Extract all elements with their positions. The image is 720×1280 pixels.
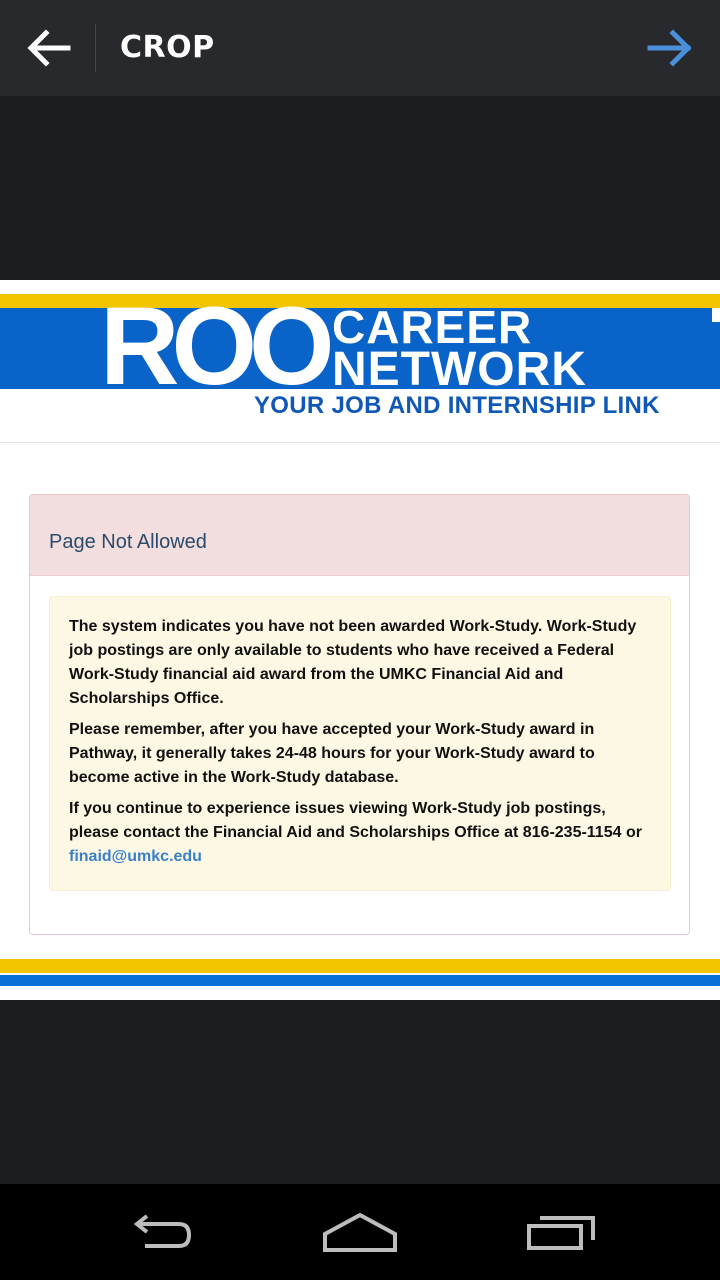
- alert-paragraph-2: Please remember, after you have accepted…: [69, 721, 595, 786]
- warning-alert: The system indicates you have not been a…: [49, 596, 671, 891]
- footer-blue-stripe: [0, 975, 720, 986]
- app-bar: CROP: [0, 0, 720, 96]
- next-button[interactable]: [624, 0, 720, 96]
- error-panel: Page Not Allowed The system indicates yo…: [29, 494, 690, 935]
- logo-roo-text: ROO: [100, 285, 335, 408]
- alert-paragraph-3: If you continue to experience issues vie…: [69, 797, 650, 869]
- nav-home-icon: [323, 1212, 397, 1252]
- error-panel-heading: Page Not Allowed: [30, 495, 689, 576]
- nav-recents-icon: [527, 1216, 595, 1250]
- nav-back-button[interactable]: [80, 1184, 240, 1280]
- back-button[interactable]: [0, 0, 96, 96]
- finaid-email-link[interactable]: finaid@umkc.edu: [69, 848, 202, 865]
- crop-image[interactable]: ROO CAREER NETWORK YOUR JOB AND INTERNSH…: [0, 280, 720, 1000]
- header-divider: [0, 442, 720, 443]
- arrow-right-icon: [647, 29, 692, 67]
- system-nav-bar: [0, 1184, 720, 1280]
- logo-network-text: NETWORK: [332, 343, 587, 396]
- app-bar-divider: [95, 24, 96, 72]
- nav-back-icon: [133, 1214, 192, 1248]
- crop-screen: CROP ROO CAREER NETWORK YOUR JOB AND INT…: [0, 0, 720, 1280]
- page-title: CROP: [120, 30, 215, 65]
- nav-recents-button[interactable]: [482, 1184, 642, 1280]
- footer-gold-stripe: [0, 959, 720, 973]
- alert-paragraph-3-text: If you continue to experience issues vie…: [69, 800, 642, 841]
- arrow-left-icon: [27, 29, 71, 67]
- nav-home-button[interactable]: [280, 1184, 440, 1280]
- alert-paragraph-1: The system indicates you have not been a…: [69, 618, 637, 707]
- error-panel-title: Page Not Allowed: [49, 531, 207, 553]
- logo-tagline: YOUR JOB AND INTERNSHIP LINK: [254, 392, 660, 419]
- logo-career-text: CAREER: [332, 301, 533, 353]
